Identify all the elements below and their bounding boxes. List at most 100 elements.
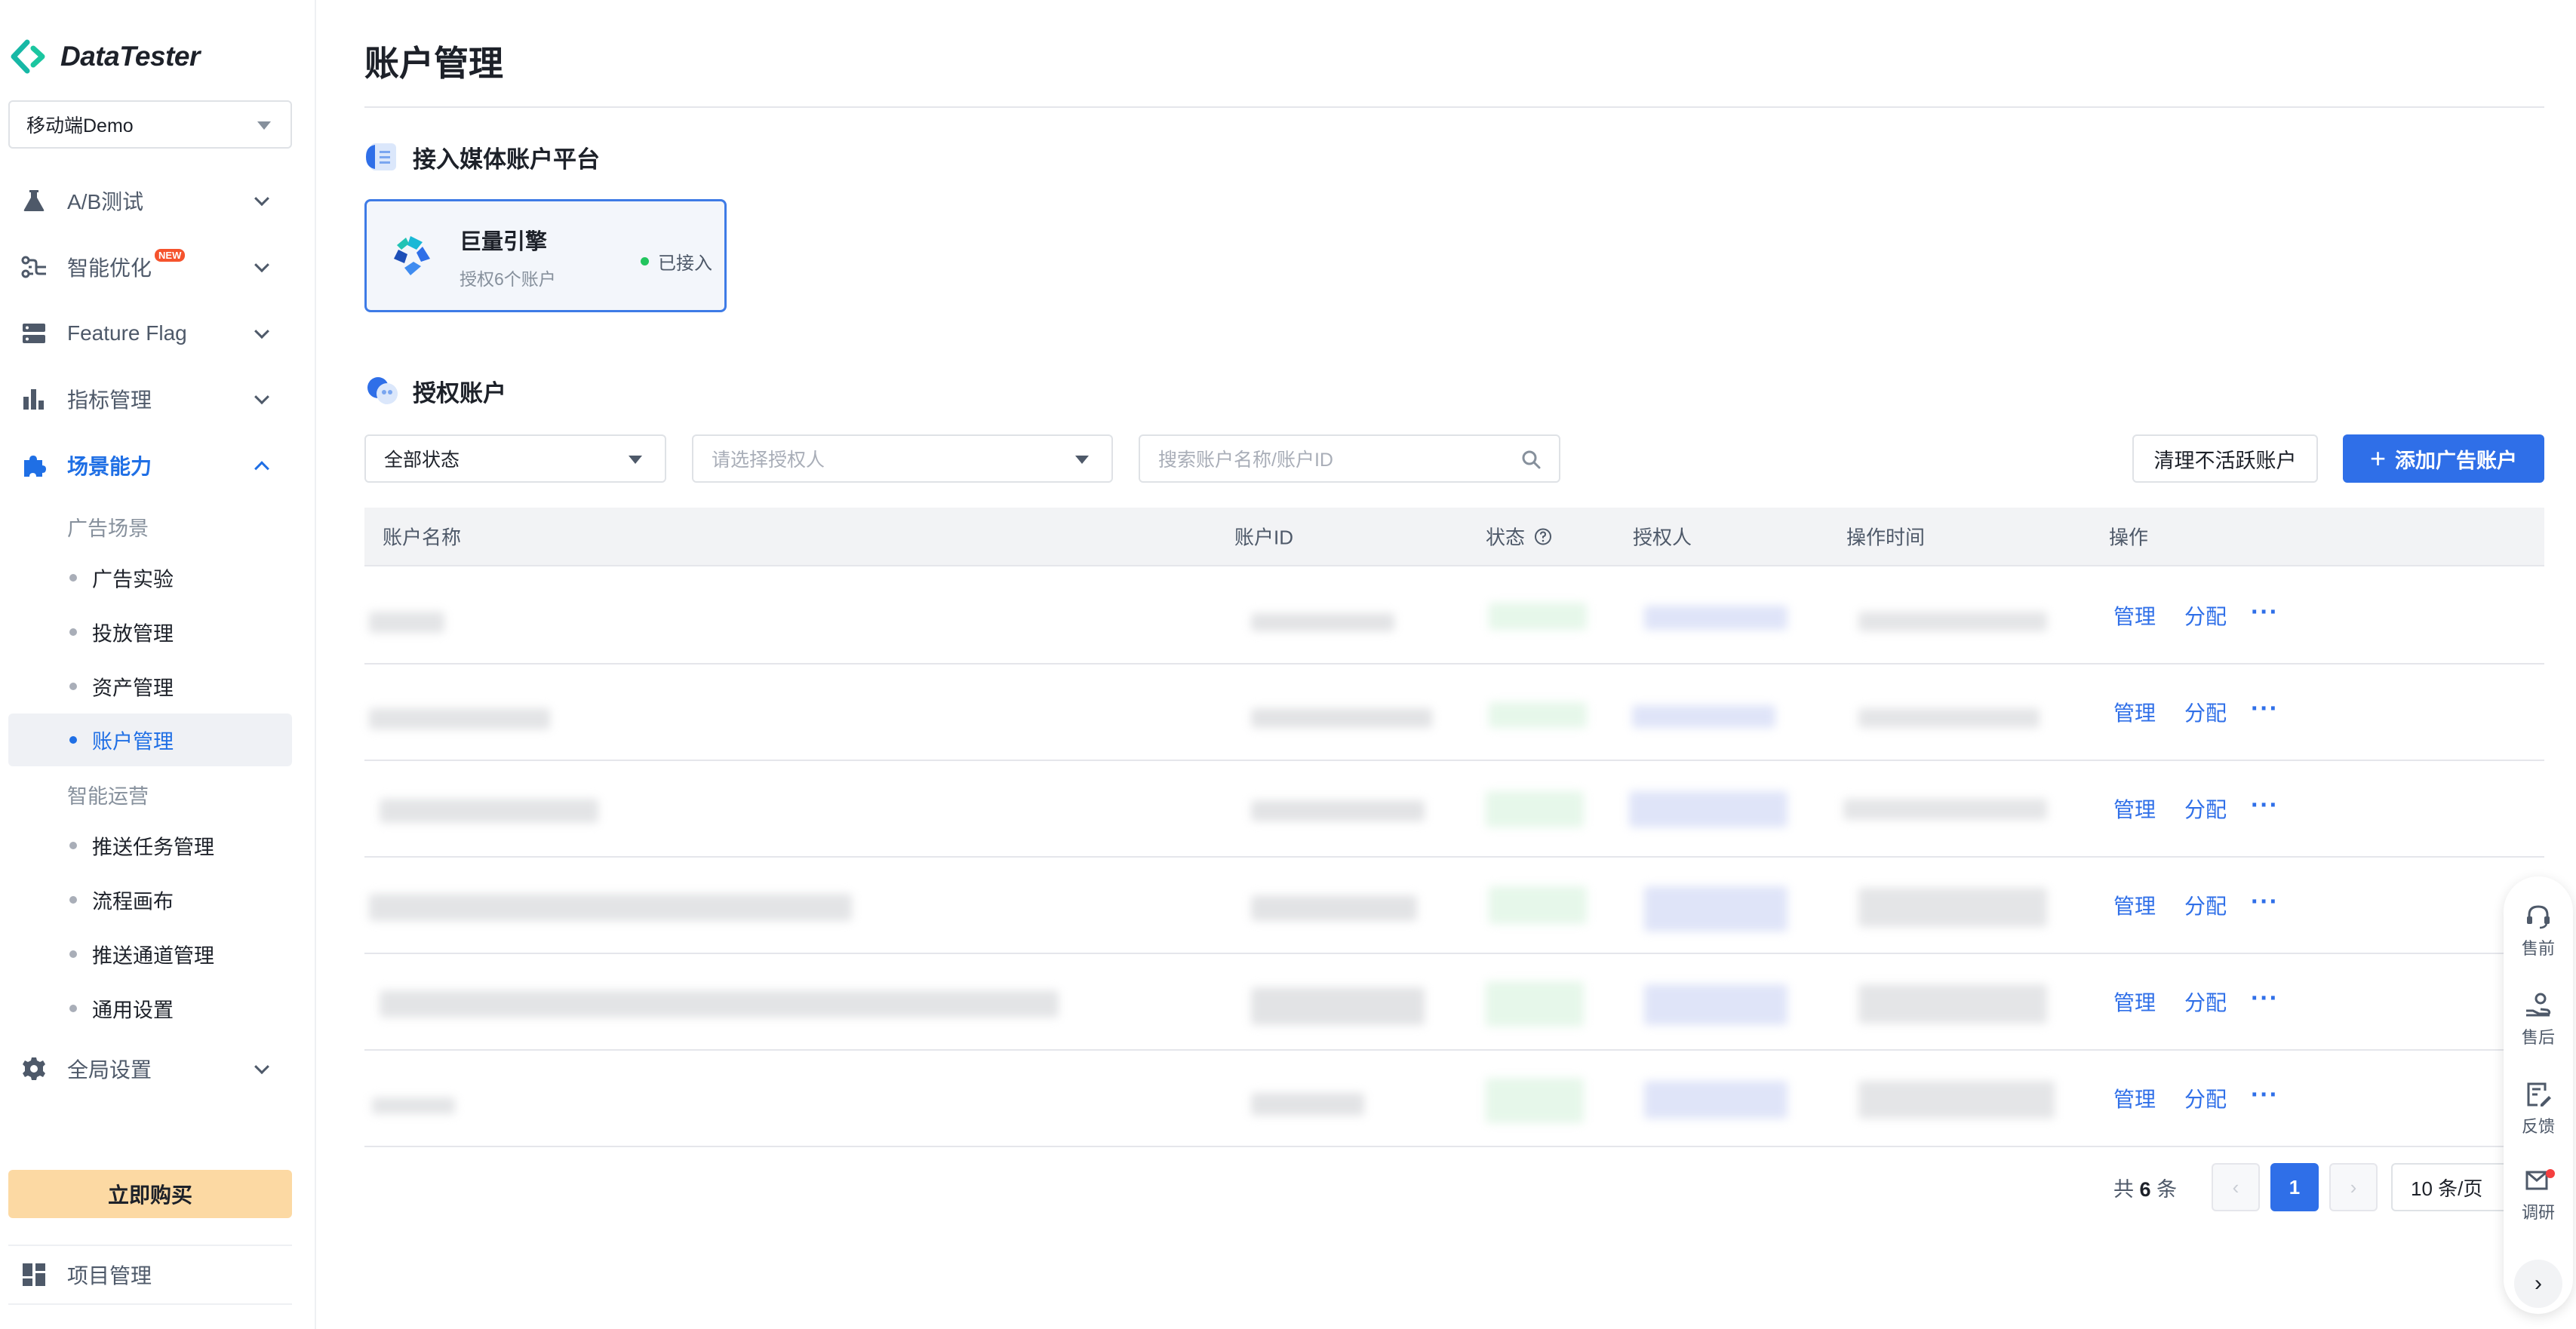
sub-item-label: 账户管理 <box>92 730 174 754</box>
table-header: 账户名称 账户ID 状态 授权人 操作时间 操作 <box>364 508 2544 566</box>
bullet-dot <box>69 842 77 849</box>
sub-item-push-tasks[interactable]: 推送任务管理 <box>8 819 292 872</box>
manage-link[interactable]: 管理 <box>2113 890 2156 920</box>
nav-label: 指标管理 <box>67 388 152 412</box>
sub-item-delivery-management[interactable]: 投放管理 <box>8 606 292 658</box>
search-icon <box>1522 450 1541 469</box>
dock-survey[interactable]: 调研 <box>2504 1166 2573 1223</box>
more-actions-icon[interactable]: ··· <box>2251 984 2279 1014</box>
flow-icon <box>21 256 46 278</box>
page-1-button[interactable]: 1 <box>2270 1163 2319 1211</box>
assign-link[interactable]: 分配 <box>2184 987 2227 1017</box>
group-label-smart-operation: 智能运营 <box>67 785 149 808</box>
nav-label: 场景能力 <box>67 455 152 478</box>
redacted-authorizer <box>1629 791 1788 827</box>
app-logo[interactable]: DataTester <box>11 39 200 74</box>
nav-smart-optimization[interactable]: 智能优化NEW <box>0 241 302 293</box>
accounts-section-header: 授权账户 <box>364 373 506 409</box>
gear-icon <box>23 1057 45 1080</box>
sub-item-ad-experiment[interactable]: 广告实验 <box>8 551 292 604</box>
sub-item-asset-management[interactable]: 资产管理 <box>8 660 292 713</box>
assign-link[interactable]: 分配 <box>2184 600 2227 631</box>
redacted-authorizer <box>1644 886 1788 932</box>
column-header-status: 状态 <box>1486 523 1552 551</box>
group-label-ad-scene: 广告场景 <box>67 517 149 540</box>
sub-item-flow-canvas[interactable]: 流程画布 <box>8 873 292 926</box>
project-select-value: 移动端Demo <box>26 115 134 137</box>
redacted-account-name <box>380 799 598 823</box>
assign-link[interactable]: 分配 <box>2184 890 2227 920</box>
assign-link[interactable]: 分配 <box>2184 1083 2227 1113</box>
next-page-button[interactable]: › <box>2329 1163 2378 1211</box>
nav-project-management[interactable]: 项目管理 <box>0 1248 302 1301</box>
project-select[interactable]: 移动端Demo <box>8 100 292 149</box>
add-ad-account-label: 添加广告账户 <box>2395 449 2518 472</box>
redacted-authorizer <box>1644 1081 1788 1119</box>
redacted-account-id <box>1251 1093 1364 1116</box>
assign-link[interactable]: 分配 <box>2184 697 2227 727</box>
bullet-dot <box>69 896 77 904</box>
help-circle-icon[interactable] <box>1534 527 1552 545</box>
chevron-down-icon <box>254 389 269 405</box>
sub-item-label: 资产管理 <box>92 677 174 700</box>
manage-link[interactable]: 管理 <box>2113 1083 2156 1113</box>
account-search-input[interactable]: 搜索账户名称/账户ID <box>1139 434 1560 483</box>
table-row: 管理 分配 ··· <box>364 761 2544 858</box>
prev-page-button[interactable]: ‹ <box>2212 1163 2260 1211</box>
status-filter-select[interactable]: 全部状态 <box>364 434 666 483</box>
sub-item-label: 推送任务管理 <box>92 836 214 859</box>
dock-presales[interactable]: 售前 <box>2504 902 2573 959</box>
accounts-section-icon <box>367 377 398 404</box>
clean-inactive-accounts-button[interactable]: 清理不活跃账户 <box>2132 434 2318 483</box>
dock-aftersales[interactable]: 售后 <box>2504 991 2573 1048</box>
redacted-status <box>1486 791 1584 827</box>
assign-link[interactable]: 分配 <box>2184 793 2227 824</box>
table-row: 管理 分配 ··· <box>364 1051 2544 1147</box>
redacted-operation-time <box>1858 984 2047 1024</box>
buy-now-button[interactable]: 立即购买 <box>8 1170 292 1218</box>
oceanengine-logo-icon <box>394 236 430 275</box>
page-size-select[interactable]: 10 条/页 <box>2391 1163 2512 1211</box>
dock-label: 售前 <box>2521 939 2555 958</box>
chevron-up-icon <box>254 461 269 477</box>
sub-item-label: 通用设置 <box>92 999 174 1022</box>
bullet-dot <box>69 1005 77 1012</box>
nav-scene-capabilities[interactable]: 场景能力 <box>0 439 302 492</box>
redacted-status <box>1486 1078 1584 1123</box>
manage-link[interactable]: 管理 <box>2113 793 2156 824</box>
add-ad-account-button[interactable]: + 添加广告账户 <box>2343 434 2544 483</box>
more-actions-icon[interactable]: ··· <box>2251 598 2279 628</box>
redacted-account-name <box>369 708 550 729</box>
manage-link[interactable]: 管理 <box>2113 600 2156 631</box>
caret-down-icon <box>1075 456 1089 464</box>
bullet-dot <box>69 683 77 690</box>
more-actions-icon[interactable]: ··· <box>2251 791 2279 821</box>
section-title: 授权账户 <box>413 379 506 407</box>
nav-global-settings[interactable]: 全局设置 <box>0 1042 302 1095</box>
dock-feedback[interactable]: 反馈 <box>2504 1080 2573 1137</box>
status-dot <box>641 257 649 265</box>
nav-metrics[interactable]: 指标管理 <box>0 373 302 425</box>
manage-link[interactable]: 管理 <box>2113 697 2156 727</box>
authorizer-filter-select[interactable]: 请选择授权人 <box>692 434 1113 483</box>
sub-item-general-settings[interactable]: 通用设置 <box>8 982 292 1035</box>
redacted-status <box>1489 702 1587 728</box>
caret-down-icon <box>629 456 642 464</box>
total-count: 6 <box>2139 1178 2151 1201</box>
more-actions-icon[interactable]: ··· <box>2251 888 2279 917</box>
dock-label: 售后 <box>2521 1028 2555 1047</box>
sub-item-push-channels[interactable]: 推送通道管理 <box>8 928 292 981</box>
nav-ab-test[interactable]: A/B测试 <box>0 174 302 227</box>
plus-icon: + <box>2369 443 2387 474</box>
sub-item-account-management[interactable]: 账户管理 <box>8 714 292 766</box>
bullet-dot <box>69 950 77 958</box>
manage-link[interactable]: 管理 <box>2113 987 2156 1017</box>
redacted-operation-time <box>1843 799 2047 820</box>
nav-feature-flag[interactable]: Feature Flag <box>0 307 302 360</box>
dock-expand-button[interactable]: › <box>2514 1260 2562 1308</box>
bullet-dot <box>69 628 77 636</box>
platform-card-oceanengine[interactable]: 巨量引擎 授权6个账户 已接入 <box>364 199 727 312</box>
more-actions-icon[interactable]: ··· <box>2251 695 2279 724</box>
bullet-dot <box>69 736 77 744</box>
more-actions-icon[interactable]: ··· <box>2251 1081 2279 1110</box>
